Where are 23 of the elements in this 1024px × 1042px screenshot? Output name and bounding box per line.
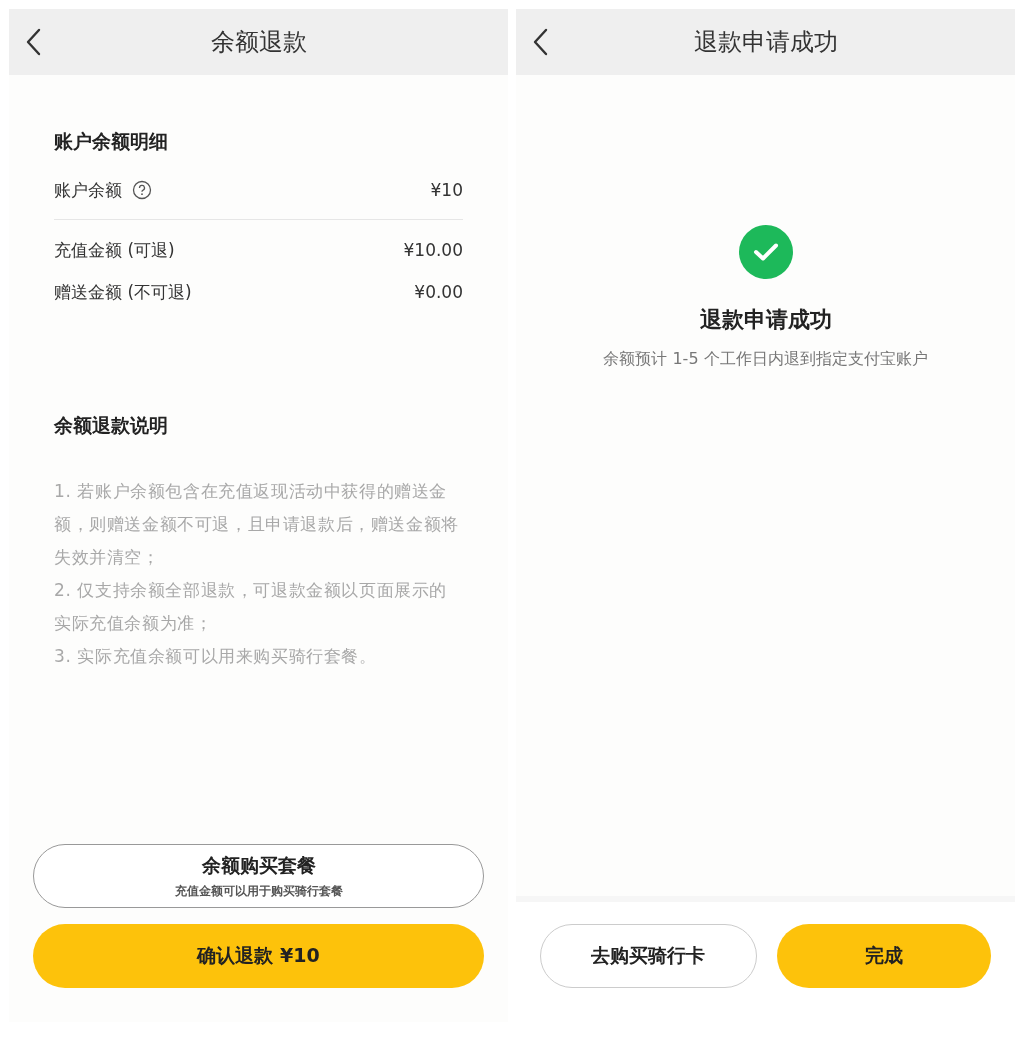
amount-label: 充值金额 (可退) [54,238,175,262]
balance-value: ¥10 [430,180,463,200]
success-message: 余额预计 1-5 个工作日内退到指定支付宝账户 [603,349,928,370]
section-title: 余额退款说明 [54,413,169,438]
back-icon[interactable] [532,28,548,56]
buy-package-button[interactable]: 余额购买套餐 充值金额可以用于购买骑行套餐 [33,844,484,908]
note-text: 1. 若账户余额包含在充值返现活动中获得的赠送金额，则赠送金额不可退，且申请退款后，赠送金额将失效并清空； [54,480,460,569]
confirm-refund-button[interactable]: 确认退款 ¥10 [33,924,484,988]
balance-label: 账户余额 [54,178,122,202]
amount-value: ¥10.00 [403,240,463,260]
amount-value: ¥0.00 [414,282,463,302]
page-title: 余额退款 [210,27,307,58]
buy-card-button[interactable]: 去购买骑行卡 [540,924,757,988]
success-heading: 退款申请成功 [699,306,832,334]
back-icon[interactable] [25,28,41,56]
page-title: 退款申请成功 [693,27,838,58]
help-icon[interactable] [132,180,152,200]
done-button[interactable]: 完成 [776,924,991,988]
note-text: 3. 实际充值余额可以用来购买骑行套餐。 [54,645,378,668]
note-text: 2. 仅支持余额全部退款，可退款金额以页面展示的实际充值余额为准； [54,579,449,635]
success-check-icon [738,225,793,279]
amount-label: 赠送金额 (不可退) [54,280,192,304]
section-title: 账户余额明细 [54,129,169,154]
